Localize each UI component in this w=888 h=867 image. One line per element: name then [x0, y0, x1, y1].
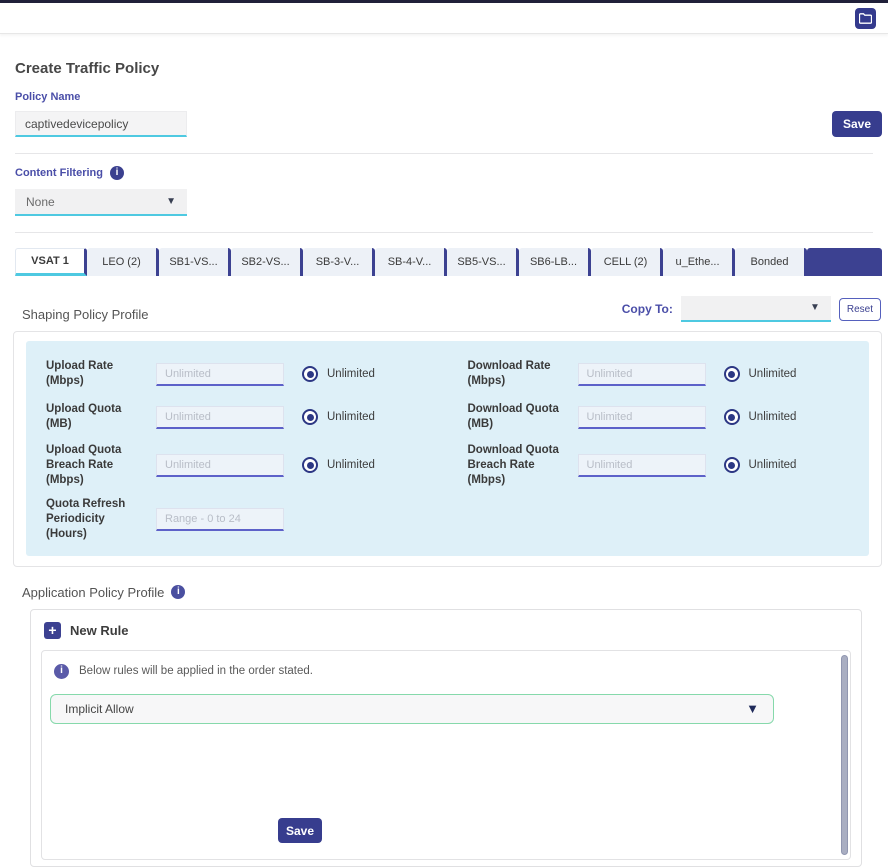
tab-u-ethernet[interactable]: u_Ethe... — [663, 248, 735, 276]
download-quota-label: Download Quota (MB) — [468, 402, 570, 432]
new-rule-button[interactable]: + New Rule — [44, 622, 154, 639]
application-policy-panel: + New Rule i Below rules will be applied… — [30, 609, 862, 867]
section-divider — [15, 232, 873, 233]
radio-label: Unlimited — [749, 411, 797, 423]
upload-quota-field: Upload Quota (MB) Unlimited — [46, 400, 428, 434]
plus-icon: + — [44, 622, 61, 639]
upload-rate-label: Upload Rate (Mbps) — [46, 359, 148, 389]
upload-quota-unlimited-radio[interactable] — [302, 409, 318, 425]
app-bar — [0, 3, 888, 34]
tab-sb3[interactable]: SB-3-V... — [303, 248, 375, 276]
policy-name-label: Policy Name — [15, 91, 873, 103]
save-button-bottom[interactable]: Save — [278, 818, 322, 843]
download-quota-unlimited-radio[interactable] — [724, 409, 740, 425]
shaping-policy-card: Upload Rate (Mbps) Unlimited Download Ra… — [13, 331, 882, 567]
folder-window-icon — [859, 13, 872, 24]
tab-vsat1[interactable]: VSAT 1 — [15, 248, 87, 276]
tab-sb6[interactable]: SB6-LB... — [519, 248, 591, 276]
quota-refresh-label: Quota Refresh Periodicity (Hours) — [46, 497, 148, 542]
upload-quota-label: Upload Quota (MB) — [46, 402, 148, 432]
download-rate-input[interactable] — [578, 363, 706, 386]
upload-quota-breach-field: Upload Quota Breach Rate (Mbps) Unlimite… — [46, 443, 428, 488]
shaping-fields-panel: Upload Rate (Mbps) Unlimited Download Ra… — [26, 341, 869, 556]
implicit-rule-select[interactable]: Implicit Allow ▼ — [50, 694, 774, 724]
upload-quota-breach-label: Upload Quota Breach Rate (Mbps) — [46, 443, 148, 488]
policy-name-input[interactable] — [15, 111, 187, 137]
rules-order-note: Below rules will be applied in the order… — [79, 665, 313, 677]
content-filtering-select[interactable]: None ▼ — [15, 189, 187, 216]
chevron-down-icon: ▼ — [746, 702, 759, 715]
upload-rate-input[interactable] — [156, 363, 284, 386]
application-policy-title: Application Policy Profile — [22, 585, 164, 600]
tab-cell[interactable]: CELL (2) — [591, 248, 663, 276]
empty-cell — [468, 497, 850, 542]
copy-to-select[interactable]: ▼ — [681, 296, 831, 322]
radio-label: Unlimited — [327, 411, 375, 423]
quota-refresh-field: Quota Refresh Periodicity (Hours) — [46, 497, 428, 542]
content-filtering-value: None — [26, 195, 55, 209]
download-quota-breach-field: Download Quota Breach Rate (Mbps) Unlimi… — [468, 443, 850, 488]
copy-to-label: Copy To: — [622, 302, 673, 316]
download-quota-input[interactable] — [578, 406, 706, 429]
tab-sb5[interactable]: SB5-VS... — [447, 248, 519, 276]
info-icon: i — [110, 166, 124, 180]
section-divider — [15, 153, 873, 154]
reset-button[interactable]: Reset — [839, 298, 881, 321]
download-rate-unlimited-radio[interactable] — [724, 366, 740, 382]
upload-rate-field: Upload Rate (Mbps) Unlimited — [46, 357, 428, 391]
download-quota-breach-label: Download Quota Breach Rate (Mbps) — [468, 443, 570, 488]
chevron-down-icon: ▼ — [810, 303, 820, 313]
info-icon: i — [54, 664, 69, 679]
interface-tabstrip: VSAT 1 LEO (2) SB1-VS... SB2-VS... SB-3-… — [15, 248, 882, 276]
download-rate-field: Download Rate (Mbps) Unlimited — [468, 357, 850, 391]
new-rule-label: New Rule — [70, 623, 129, 638]
tab-sb2[interactable]: SB2-VS... — [231, 248, 303, 276]
upload-quota-input[interactable] — [156, 406, 284, 429]
download-rate-label: Download Rate (Mbps) — [468, 359, 570, 389]
chevron-down-icon: ▼ — [166, 197, 176, 207]
download-quota-breach-input[interactable] — [578, 454, 706, 477]
save-button-top[interactable]: Save — [832, 111, 882, 137]
download-quota-field: Download Quota (MB) Unlimited — [468, 400, 850, 434]
tabstrip-filler — [807, 248, 882, 276]
radio-label: Unlimited — [327, 368, 375, 380]
radio-label: Unlimited — [749, 459, 797, 471]
tab-bonded[interactable]: Bonded — [735, 248, 807, 276]
rules-list-panel: i Below rules will be applied in the ord… — [41, 650, 851, 860]
info-icon: i — [171, 585, 185, 599]
implicit-rule-value: Implicit Allow — [65, 702, 134, 716]
page-title: Create Traffic Policy — [15, 60, 873, 77]
radio-label: Unlimited — [749, 368, 797, 380]
radio-label: Unlimited — [327, 459, 375, 471]
upload-rate-unlimited-radio[interactable] — [302, 366, 318, 382]
upload-quota-breach-input[interactable] — [156, 454, 284, 477]
quota-refresh-input[interactable] — [156, 508, 284, 531]
tab-sb4[interactable]: SB-4-V... — [375, 248, 447, 276]
upload-quota-breach-unlimited-radio[interactable] — [302, 457, 318, 473]
tab-sb1[interactable]: SB1-VS... — [159, 248, 231, 276]
download-quota-breach-unlimited-radio[interactable] — [724, 457, 740, 473]
vertical-scrollbar[interactable] — [841, 655, 848, 855]
window-panel-button[interactable] — [855, 8, 876, 29]
shaping-policy-title: Shaping Policy Profile — [22, 307, 148, 322]
tab-leo[interactable]: LEO (2) — [87, 248, 159, 276]
content-filtering-label: Content Filtering — [15, 167, 103, 179]
